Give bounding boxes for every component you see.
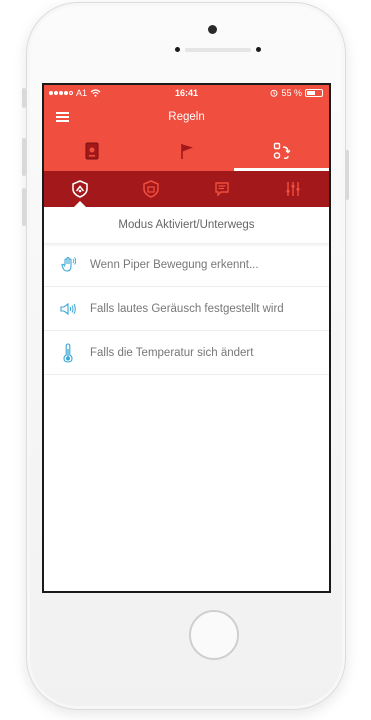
subtab-settings[interactable] [258, 171, 329, 207]
rules-list: Wenn Piper Bewegung erkennt... Falls lau… [44, 243, 329, 375]
rule-label: Falls lautes Geräusch festgestellt wird [90, 302, 284, 315]
volume-down-button [22, 188, 26, 226]
power-button [345, 150, 349, 200]
top-tab-bar [44, 130, 329, 171]
tab-device[interactable] [44, 130, 139, 171]
rules-switch-icon [273, 142, 290, 159]
volume-up-button [22, 138, 26, 176]
page-title: Regeln [168, 111, 205, 123]
rule-label: Wenn Piper Bewegung erkennt... [90, 258, 259, 271]
flag-icon [180, 143, 193, 159]
status-bar: A1 16:41 55 % [44, 85, 329, 102]
speaker-sound-icon [58, 299, 78, 319]
earpiece [185, 48, 251, 52]
shield-mode-icon [71, 180, 88, 198]
tab-rules[interactable] [234, 130, 329, 171]
battery-percent: 55 % [281, 88, 302, 98]
sub-tab-bar [44, 171, 329, 207]
mode-header: Modus Aktiviert/Unterwegs [44, 207, 329, 243]
message-icon [215, 182, 229, 197]
app-screen: A1 16:41 55 % Regeln Modus Aktiviert/Unt… [42, 83, 331, 593]
thermometer-icon [58, 342, 78, 363]
rule-temperature[interactable]: Falls die Temperatur sich ändert [44, 331, 329, 375]
battery-icon [305, 89, 323, 97]
rule-label: Falls die Temperatur sich ändert [90, 346, 254, 359]
mute-switch [22, 88, 26, 108]
navigation-bar: Regeln [44, 102, 329, 130]
home-button[interactable] [189, 610, 239, 660]
subtab-home-security[interactable] [115, 171, 186, 207]
motion-hand-icon [58, 255, 78, 275]
sliders-icon [286, 182, 300, 196]
sensor-dot-left [175, 47, 180, 52]
subtab-notifications[interactable] [187, 171, 258, 207]
rule-noise[interactable]: Falls lautes Geräusch festgestellt wird [44, 287, 329, 331]
device-icon [85, 142, 98, 159]
rule-motion[interactable]: Wenn Piper Bewegung erkennt... [44, 243, 329, 287]
alarm-icon [270, 89, 278, 97]
tab-flag[interactable] [139, 130, 234, 171]
subtab-mode[interactable] [44, 171, 115, 207]
front-camera [208, 25, 217, 34]
status-right: 55 % [270, 88, 323, 98]
battery-fill [307, 91, 315, 95]
sensor-dot-right [256, 47, 261, 52]
home-shield-icon [143, 180, 159, 198]
